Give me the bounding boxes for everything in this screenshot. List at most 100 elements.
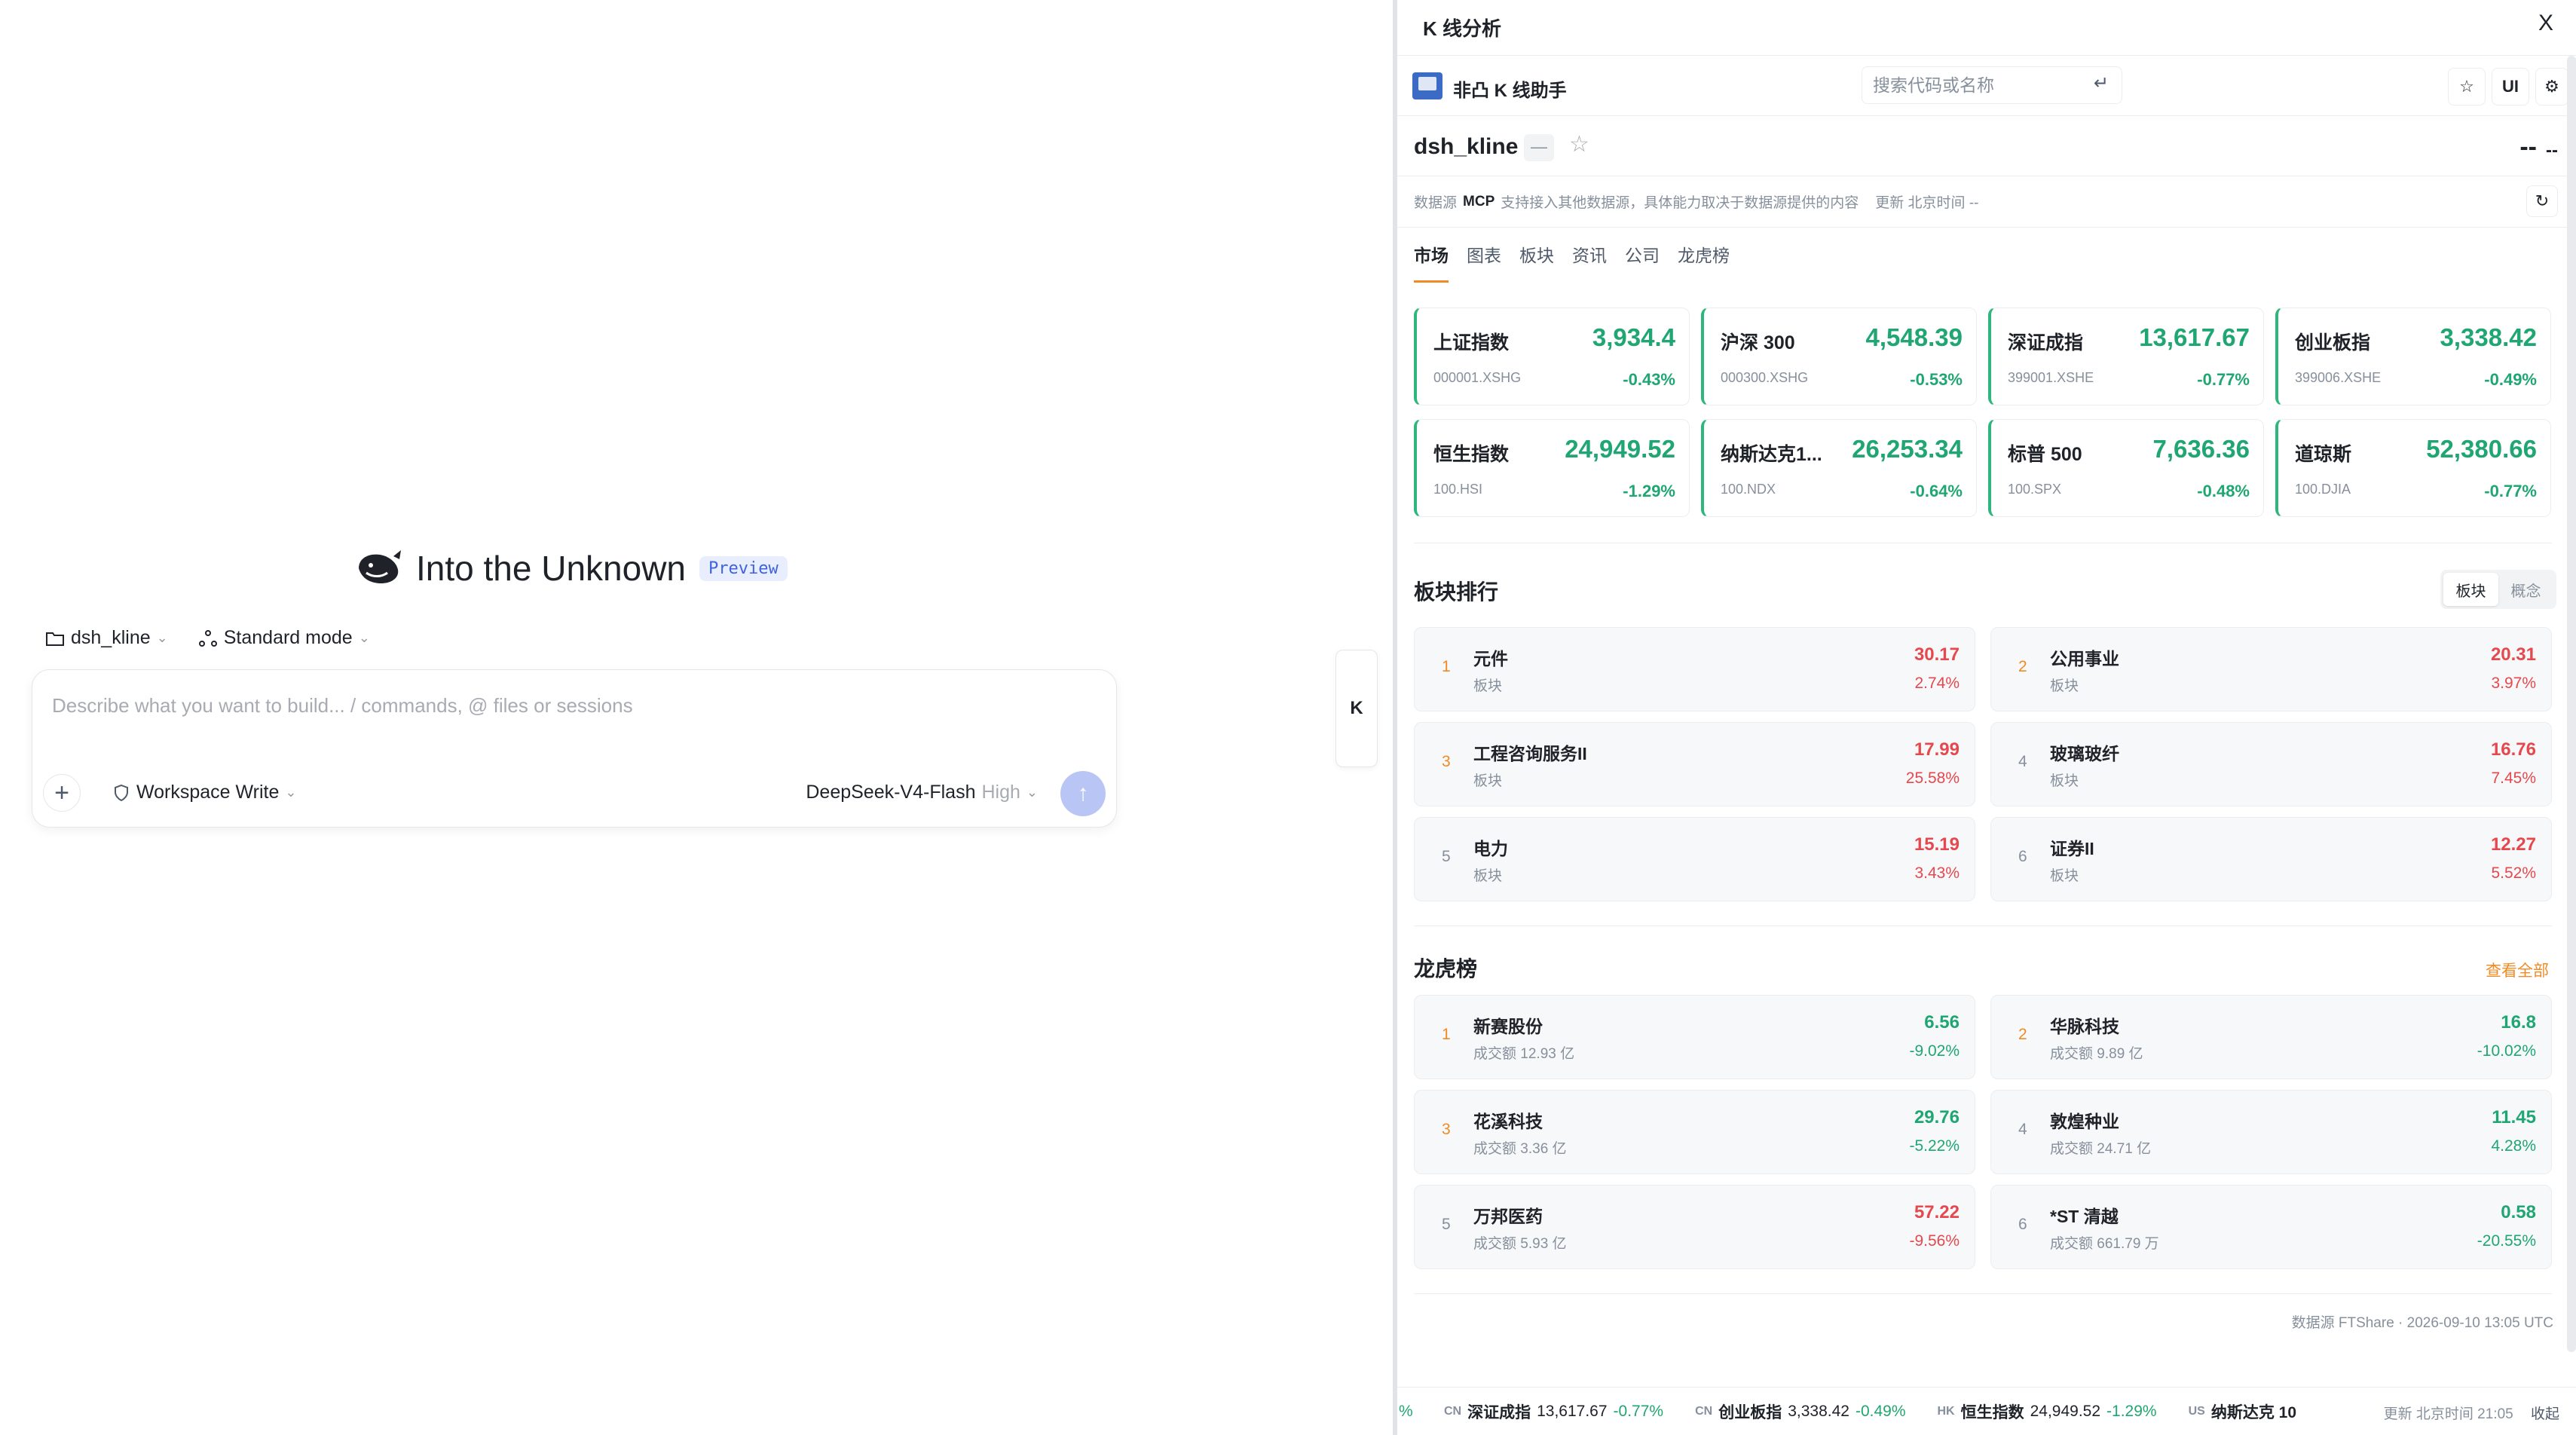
item-pct: -9.02% [1909,1042,1960,1060]
project-selector[interactable]: dsh_kline ⌄ [45,627,168,649]
project-label: dsh_kline [71,627,151,648]
index-name: 上证指数 [1433,332,1510,353]
item-name: 证券II [2050,839,2094,858]
model-level: High [981,782,1020,803]
source-row: 数据源 MCP 支持接入其他数据源，具体能力取决于数据源提供的内容 更新 北京时… [1397,176,2576,228]
refresh-button[interactable]: ↻ [2526,185,2558,217]
ui-button[interactable]: UI [2492,68,2529,106]
panel-scrollbar[interactable] [2567,56,2576,1352]
index-card[interactable]: 纳斯达克1... 26,253.34 100.NDX -0.64% [1701,419,1977,517]
ticker-value: 13,617.67 [1537,1402,1608,1420]
list-item[interactable]: 4 敦煌种业 成交额 24.71 亿 11.45 4.28% [1990,1090,2552,1174]
ticker-item[interactable]: US 纳斯达克 10 [2189,1400,2296,1423]
item-pct: 25.58% [1905,770,1960,787]
mode-label: Standard mode [223,627,353,648]
index-name: 创业板指 [2295,332,2371,353]
mode-selector[interactable]: Standard mode ⌄ [198,627,370,649]
item-value: 15.19 [1914,834,1960,855]
item-pct: -10.02% [2477,1042,2536,1060]
list-item[interactable]: 2 公用事业 板块 20.31 3.97% [1990,627,2552,711]
ticker-collapse-button[interactable]: 收起 [2531,1406,2559,1422]
item-sub: 成交额 5.93 亿 [1473,1236,1567,1252]
item-value: 17.99 [1914,739,1960,760]
tab-market[interactable]: 市场 [1414,241,1449,283]
seg-concept[interactable]: 概念 [2498,573,2553,606]
star-icon: ☆ [2459,77,2474,96]
model-selector[interactable]: DeepSeek-V4-Flash High ⌄ [806,782,1038,803]
item-name: 玻璃玻纤 [2050,744,2119,763]
list-item[interactable]: 1 元件 板块 30.17 2.74% [1414,627,1975,711]
ticker-item[interactable]: HK 恒生指数 24,949.52 -1.29% [1938,1400,2157,1423]
ticker-pct: -0.77% [1613,1402,1664,1420]
close-button[interactable]: X [2538,11,2553,36]
hero-title: Into the Unknown [416,549,687,588]
item-name: 新赛股份 [1473,1017,1543,1036]
index-card[interactable]: 恒生指数 24,949.52 100.HSI -1.29% [1414,419,1690,517]
index-card[interactable]: 上证指数 3,934.4 000001.XSHG -0.43% [1414,308,1690,405]
list-item[interactable]: 4 玻璃玻纤 板块 16.76 7.45% [1990,722,2552,806]
index-code: 100.SPX [2008,482,2062,497]
item-sub: 板块 [2050,868,2079,884]
chevron-down-icon: ⌄ [1026,785,1038,800]
index-pct: -0.48% [2197,482,2250,500]
index-card[interactable]: 沪深 300 4,548.39 000300.XSHG -0.53% [1701,308,1977,405]
list-item[interactable]: 3 工程咨询服务II 板块 17.99 25.58% [1414,722,1975,806]
list-item[interactable]: 5 万邦医药 成交额 5.93 亿 57.22 -9.56% [1414,1185,1975,1269]
ticker-name: 创业板指 [1718,1403,1782,1421]
chat-start-pane: Into the Unknown Preview dsh_kline ⌄ Sta… [0,0,1387,1435]
tab-company[interactable]: 公司 [1625,241,1660,283]
index-grid-row-2: 恒生指数 24,949.52 100.HSI -1.29% 纳斯达克1... 26,25… [1414,419,2552,517]
chevron-down-icon: ⌄ [358,630,370,645]
seg-sector[interactable]: 板块 [2443,573,2498,606]
workspace-permission-selector[interactable]: Workspace Write ⌄ [112,782,297,803]
index-card[interactable]: 创业板指 3,338.42 399006.XSHE -0.49% [2275,308,2551,405]
ticker-market: CN [1695,1404,1713,1418]
index-card[interactable]: 道琼斯 52,380.66 100.DJIA -0.77% [2275,419,2551,517]
index-card[interactable]: 深证成指 13,617.67 399001.XSHE -0.77% [1988,308,2264,405]
list-item[interactable]: 3 花溪科技 成交额 3.36 亿 29.76 -5.22% [1414,1090,1975,1174]
item-sub: 板块 [1473,773,1503,789]
attach-button[interactable]: + [43,774,81,812]
kline-panel: K 线分析 X 非凸 K 线助手 ↵ ☆ UI ⚙ dsh_kline — ☆ … [1393,0,2576,1435]
ticker-market: US [2188,1404,2205,1418]
list-item[interactable]: 1 新赛股份 成交额 12.93 亿 6.56 -9.02% [1414,995,1975,1079]
tab-sector[interactable]: 板块 [1519,241,1554,283]
tab-lhb[interactable]: 龙虎榜 [1678,241,1730,283]
source-label: 数据源 [1414,195,1458,211]
index-name: 道琼斯 [2295,444,2352,465]
kline-panel-toggle[interactable]: K [1335,650,1378,767]
item-value: 12.27 [2490,834,2536,855]
index-pct: -1.29% [1623,482,1675,500]
whale-logo-icon [359,550,401,583]
index-card[interactable]: 标普 500 7,636.36 100.SPX -0.48% [1988,419,2264,517]
index-name: 恒生指数 [1433,444,1510,465]
list-item[interactable]: 2 华脉科技 成交额 9.89 亿 16.8 -10.02% [1990,995,2552,1079]
prompt-input[interactable] [52,694,1092,718]
sector-segmented-control: 板块 概念 [2440,570,2556,609]
send-button[interactable]: ↑ [1060,771,1106,816]
rank-number: 5 [1442,848,1451,865]
symbol-search-input[interactable] [1862,66,2122,104]
view-all-link[interactable]: 查看全部 [2486,959,2549,981]
panel-toolbar: 非凸 K 线助手 ↵ ☆ UI ⚙ [1397,56,2576,116]
ticker-value: 24,949.52 [2030,1402,2101,1420]
add-favorite-star-icon[interactable]: ☆ [1569,131,1589,158]
list-item[interactable]: 5 电力 板块 15.19 3.43% [1414,817,1975,901]
index-value: 3,338.42 [2440,323,2537,351]
index-pct: -0.77% [2484,482,2537,500]
list-item[interactable]: 6 *ST 清越 成交额 661.79 万 0.58 -20.55% [1990,1185,2552,1269]
index-pct: -0.49% [2484,370,2537,389]
hero: Into the Unknown Preview [354,544,788,592]
list-item[interactable]: 6 证券II 板块 12.27 5.52% [1990,817,2552,901]
favorites-button[interactable]: ☆ [2448,68,2486,106]
item-sub: 成交额 12.93 亿 [1473,1046,1575,1062]
item-value: 57.22 [1914,1202,1960,1222]
index-name: 沪深 300 [1721,332,1795,353]
settings-button[interactable]: ⚙ [2535,68,2568,106]
index-name: 纳斯达克1... [1721,444,1822,465]
ticker-item[interactable]: CN 深证成指 13,617.67 -0.77% [1444,1400,1663,1423]
tab-chart[interactable]: 图表 [1467,241,1501,283]
index-code: 000300.XSHG [1721,370,1809,385]
tab-news[interactable]: 资讯 [1572,241,1607,283]
ticker-item[interactable]: CN 创业板指 3,338.42 -0.49% [1695,1400,1905,1423]
